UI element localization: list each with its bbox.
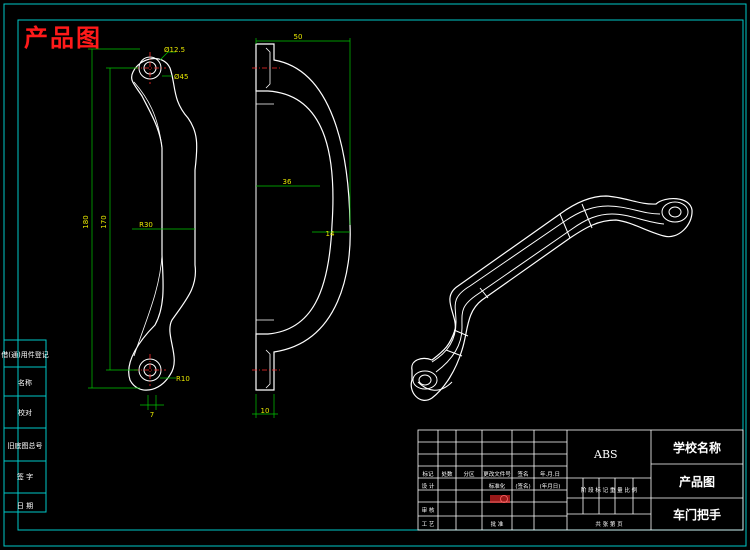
strip-label-name: 名称 — [18, 378, 32, 387]
cad-drawing: 借(通)用件登记 名称 校对 旧底图总号 签 字 日 期 180 170 R30… — [1, 3, 747, 547]
left-strip — [3, 339, 47, 513]
dim-side-thickness: 14 — [326, 230, 335, 238]
dim-grip-width: R30 — [139, 221, 153, 229]
hdr-date: 年.月.日 — [540, 470, 560, 478]
strip-label-oldno: 旧底图总号 — [8, 441, 43, 450]
outer-frame — [3, 3, 747, 547]
inner-frame — [17, 19, 744, 531]
label-approve: 批 准 — [491, 520, 504, 528]
dim-side-offset: 36 — [283, 178, 292, 186]
drawing-title: 产品图 — [24, 24, 102, 52]
side-view: 50 36 14 10 — [252, 33, 351, 418]
school-name: 学校名称 — [673, 440, 721, 455]
front-view: 180 170 R30 Ø12.5 Ø45 R10 7 — [82, 46, 198, 419]
dim-hole-small: Ø12.5 — [164, 46, 185, 54]
label-standardization: 标准化 — [489, 482, 506, 490]
handle-side-outline — [255, 43, 351, 391]
dim-foot-thickness: 10 — [261, 407, 270, 415]
side-dimensions — [252, 38, 351, 418]
material-text: ABS — [593, 448, 618, 461]
label-signature: (签名) — [515, 482, 530, 490]
drawing-name: 产品图 — [679, 474, 715, 489]
iso-outline — [410, 195, 693, 401]
isometric-view — [410, 195, 693, 401]
iso-top-hole — [668, 206, 682, 218]
iso-bottom-boss — [412, 370, 438, 390]
sheets-label: 共 张 第 页 — [595, 520, 623, 528]
dim-radius-end: R10 — [176, 375, 190, 383]
strip-label-reg: 借(通)用件登记 — [1, 350, 48, 359]
dim-end-width: 7 — [150, 411, 154, 419]
hdr-count: 处数 — [441, 470, 453, 478]
part-name: 车门把手 — [673, 507, 721, 522]
dim-hole-spacing: 170 — [100, 215, 108, 228]
hdr-mark: 标记 — [422, 470, 434, 478]
iso-bottom-hole — [418, 374, 432, 386]
hdr-zone: 分区 — [463, 470, 475, 478]
strip-label-check: 校对 — [18, 408, 32, 417]
centerlines — [134, 52, 166, 386]
strip-label-date: 日 期 — [17, 502, 33, 510]
dim-hole-large: Ø45 — [174, 73, 188, 81]
label-date: (年月日) — [540, 482, 561, 490]
strip-label-sign: 签 字 — [17, 472, 33, 481]
label-review: 审 核 — [422, 506, 435, 514]
scale-stamp — [490, 495, 510, 503]
stage-header: 阶 段 标 记 重 量 比 例 — [581, 486, 638, 494]
hdr-change-no: 更改文件号 — [483, 470, 511, 478]
label-process: 工 艺 — [422, 521, 435, 528]
dim-length-overall: 180 — [82, 215, 90, 228]
iso-top-boss — [661, 201, 689, 223]
label-design: 设 计 — [422, 482, 435, 490]
hdr-sign: 签名 — [517, 470, 528, 478]
dim-side-width: 50 — [294, 33, 303, 41]
